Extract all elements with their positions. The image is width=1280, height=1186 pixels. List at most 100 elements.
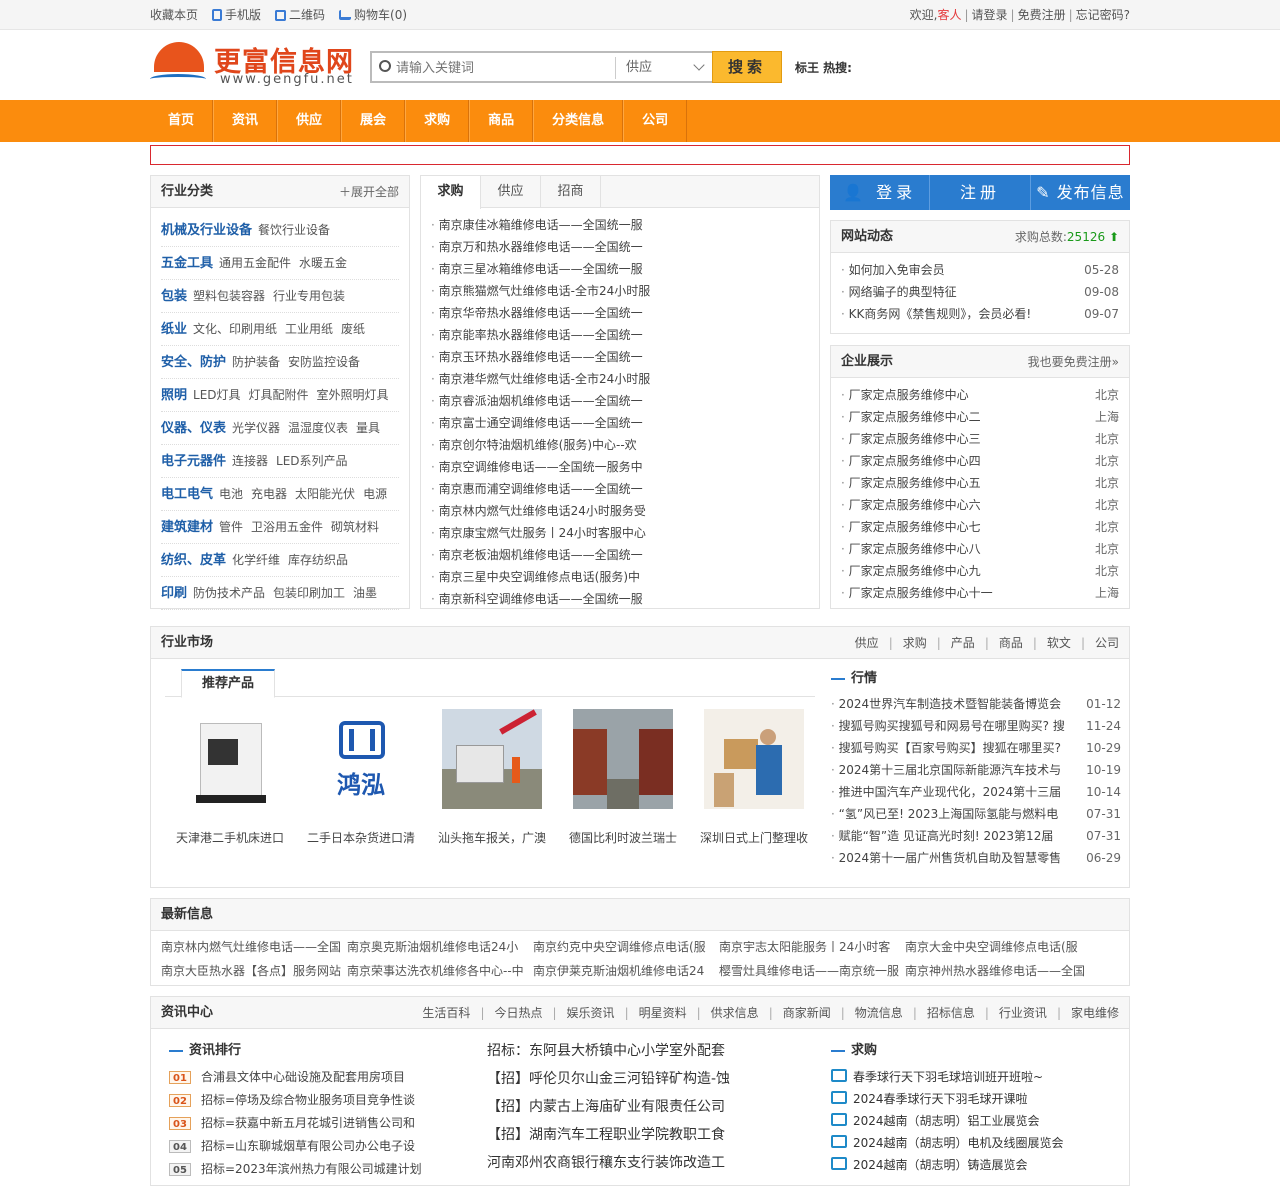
news-category-link[interactable]: 生活百科 [422,1006,470,1020]
news-category-link[interactable]: 商家新闻 [783,1006,831,1020]
market-link[interactable]: 求购 [903,636,927,650]
latest-link[interactable]: 南京伊莱克斯油烟机维修电话24 [533,959,719,983]
category-sub-link[interactable]: 量具 [356,421,380,435]
category-sub-link[interactable]: 行业专用包装 [273,289,345,303]
list-item[interactable]: 推进中国汽车产业现代化，2024第十三届 10-14 [831,781,1121,803]
category-sub-link[interactable]: 废纸 [341,322,365,336]
quote-title[interactable]: “氢”风已至! 2023上海国际氢能与燃料电 [831,807,1058,821]
list-item[interactable]: 搜狐号购买【百家号购买】搜狐在哪里买? 10-29 [831,737,1121,759]
category-main-link[interactable]: 仪器、仪表 [161,421,226,436]
category-sub-link[interactable]: 连接器 [232,454,268,468]
quote-title[interactable]: 2024第十一届广州售货机自助及智慧零售 [831,851,1061,865]
list-item[interactable]: 南京老板油烟机维修电话——全国统一 [431,544,809,566]
nav-supply[interactable]: 供应 [277,100,342,142]
tab-investment[interactable]: 招商 [541,176,601,207]
category-sub-link[interactable]: 水暖五金 [299,256,347,270]
category-sub-link[interactable]: 库存纺织品 [288,553,348,567]
buy-item[interactable]: 2024春季球行天下羽毛球开课啦 [831,1088,1121,1110]
free-register-link[interactable]: 我也要免费注册» [1028,346,1119,378]
latest-link[interactable]: 南京约克中央空调维修点电话(服 [533,935,719,959]
category-main-link[interactable]: 机械及行业设备 [161,223,252,238]
market-link[interactable]: 产品 [951,636,975,650]
nav-company[interactable]: 公司 [623,100,688,142]
company-name[interactable]: 厂家定点服务维修中心六 [841,498,981,512]
category-main-link[interactable]: 包装 [161,289,187,304]
tender-item[interactable]: 【招】湖南汽车工程职业学院教职工食 [487,1121,807,1149]
quote-title[interactable]: 2024世界汽车制造技术暨智能装备博览会 [831,697,1061,711]
publish-button[interactable]: ✎ 发布信息 [1031,175,1130,210]
list-item[interactable]: 厂家定点服务维修中心三 北京 [841,428,1119,450]
tab-supply[interactable]: 供应 [481,176,541,207]
category-sub-link[interactable]: 太阳能光伏 [295,487,355,501]
list-item[interactable]: 南京新科空调维修电话——全国统一服 [431,588,809,610]
list-item[interactable]: 南京三星中央空调维修点电话(服务)中 [431,566,809,588]
latest-link[interactable]: 南京大金中央空调维修点电话(服 [905,935,1091,959]
nav-purchase[interactable]: 求购 [405,100,470,142]
product-card[interactable]: 鸿泓 二手日本杂货进口清 [296,709,426,846]
search-type-select[interactable]: 供应 [615,57,711,79]
company-name[interactable]: 厂家定点服务维修中心五 [841,476,981,490]
market-link[interactable]: 商品 [999,636,1023,650]
register-link[interactable]: 免费注册 [1018,8,1066,22]
list-item[interactable]: 南京林内燃气灶维修电话24小时服务受 [431,500,809,522]
category-sub-link[interactable]: 塑料包装容器 [193,289,265,303]
list-item[interactable]: 南京睿派油烟机维修电话——全国统一 [431,390,809,412]
rank-title[interactable]: 招标=获嘉中新五月花城引进销售公司和 [201,1116,415,1130]
company-name[interactable]: 厂家定点服务维修中心四 [841,454,981,468]
tender-item[interactable]: 【招】内蒙古上海庙矿业有限责任公司 [487,1093,807,1121]
mobile-link[interactable]: 手机版 [212,0,261,30]
rank-title[interactable]: 招标=2023年滨州热力有限公司城建计划 [201,1162,422,1176]
list-item[interactable]: 赋能“智”造 见证高光时刻! 2023第12届 07-31 [831,825,1121,847]
news-category-link[interactable]: 物流信息 [855,1006,903,1020]
register-button[interactable]: 注册 [930,175,1031,210]
category-main-link[interactable]: 纸业 [161,322,187,337]
rank-title[interactable]: 招标=山东聊城烟草有限公司办公电子设 [201,1139,415,1153]
expand-all-link[interactable]: ＋展开全部 [339,176,399,208]
list-item[interactable]: 厂家定点服务维修中心 北京 [841,384,1119,406]
product-card[interactable]: 德国比利时波兰瑞士 [558,709,688,846]
category-sub-link[interactable]: 化学纤维 [232,553,280,567]
category-sub-link[interactable]: 油墨 [353,586,377,600]
list-item[interactable]: 南京华帝热水器维修电话——全国统一 [431,302,809,324]
news-category-link[interactable]: 娱乐资讯 [567,1006,615,1020]
tender-item[interactable]: 招标：东阿县大桥镇中心小学室外配套 [487,1037,807,1065]
news-title[interactable]: 网络骗子的典型特征 [841,285,957,299]
list-item[interactable]: 南京港华燃气灶维修电话-全市24小时服 [431,368,809,390]
list-item[interactable]: 南京康宝燃气灶服务丨24小时客服中心 [431,522,809,544]
category-sub-link[interactable]: 电池 [219,487,243,501]
latest-link[interactable]: 南京荣事达洗衣机维修各中心--中 [347,959,533,983]
list-item[interactable]: 厂家定点服务维修中心二 上海 [841,406,1119,428]
list-item[interactable]: “氢”风已至! 2023上海国际氢能与燃料电 07-31 [831,803,1121,825]
list-item[interactable]: 南京创尔特油烟机维修(服务)中心--欢 [431,434,809,456]
category-sub-link[interactable]: LED灯具 [193,388,241,402]
category-main-link[interactable]: 印刷 [161,586,187,601]
company-name[interactable]: 厂家定点服务维修中心十一 [841,586,993,600]
tab-recommended-products[interactable]: 推荐产品 [181,669,275,698]
latest-link[interactable]: 樱雪灶具维修电话——南京统一服 [719,959,905,983]
list-item[interactable]: 南京玉环热水器维修电话——全国统一 [431,346,809,368]
news-category-link[interactable]: 行业资讯 [999,1006,1047,1020]
product-card[interactable]: 汕头拖车报关，广澳 [427,709,557,846]
buy-item[interactable]: 春季球行天下羽毛球培训班开班啦~ [831,1066,1121,1088]
list-item[interactable]: 搜狐号购买搜狐号和网易号在哪里购买? 搜 11-24 [831,715,1121,737]
list-item[interactable]: 南京三星冰箱维修电话——全国统一服 [431,258,809,280]
list-item[interactable]: 厂家定点服务维修中心十一 上海 [841,582,1119,604]
product-card[interactable]: 天津港二手机床进口 [165,709,295,846]
latest-link[interactable]: 南京神州热水器维修电话——全国 [905,959,1091,983]
market-link[interactable]: 公司 [1095,636,1119,650]
rank-title[interactable]: 招标=停场及综合物业服务项目竞争性谈 [201,1093,415,1107]
latest-link[interactable]: 南京大臣热水器【各点】服务网站 [161,959,347,983]
cart-link[interactable]: 购物车(0) [339,0,407,30]
category-main-link[interactable]: 纺织、皮革 [161,553,226,568]
category-main-link[interactable]: 照明 [161,388,187,403]
category-main-link[interactable]: 安全、防护 [161,355,226,370]
tab-purchase[interactable]: 求购 [421,176,481,209]
list-item[interactable]: 厂家定点服务维修中心五 北京 [841,472,1119,494]
category-sub-link[interactable]: 砌筑材料 [331,520,379,534]
list-item[interactable]: 2024第十一届广州售货机自助及智慧零售 06-29 [831,847,1121,869]
category-sub-link[interactable]: 充电器 [251,487,287,501]
rank-row[interactable]: 05 招标=2023年滨州热力有限公司城建计划 [169,1158,469,1181]
company-name[interactable]: 厂家定点服务维修中心 [841,388,969,402]
list-item[interactable]: 南京富士通空调维修电话——全国统一 [431,412,809,434]
buy-item[interactable]: 2024越南（胡志明）铝工业展览会 [831,1110,1121,1132]
